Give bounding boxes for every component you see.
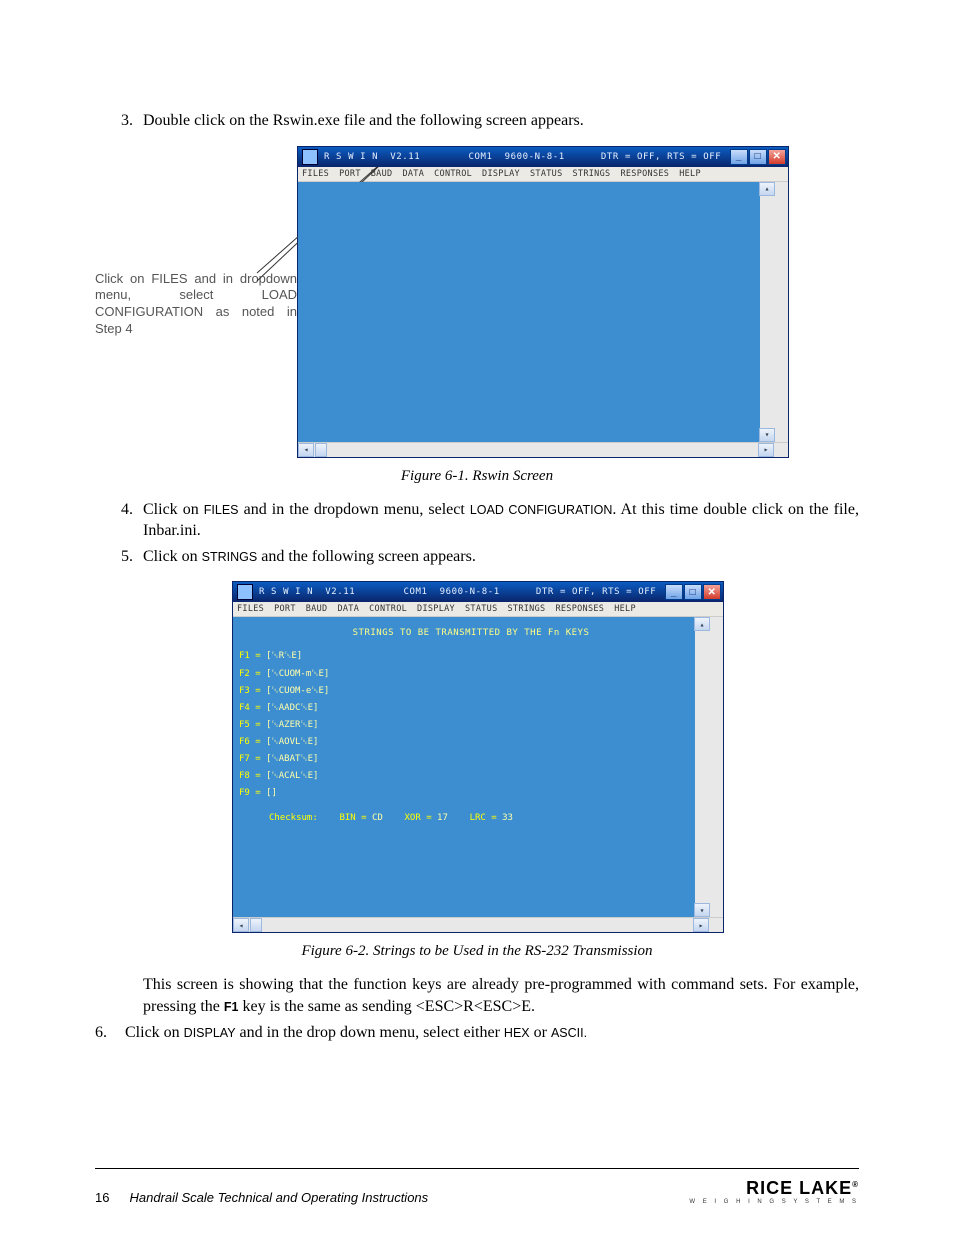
vertical-scrollbar[interactable]: ▴ ▾ bbox=[695, 617, 709, 917]
menu-strings[interactable]: STRINGS bbox=[508, 604, 546, 614]
string-row: F3 = [␛CUOM-e␛E] bbox=[239, 683, 703, 700]
t: Click on bbox=[143, 501, 204, 518]
menu-status[interactable]: STATUS bbox=[530, 169, 563, 179]
step-num: 5. bbox=[95, 546, 143, 568]
string-row: F2 = [␛CUOM-m␛E] bbox=[239, 666, 703, 683]
app-icon bbox=[237, 584, 253, 600]
maximize-icon[interactable]: □ bbox=[749, 149, 767, 165]
menu-help[interactable]: HELP bbox=[614, 604, 636, 614]
menu-display[interactable]: DISPLAY bbox=[417, 604, 455, 614]
menu-ref: STRINGS bbox=[202, 550, 258, 564]
menu-ref: ASCII. bbox=[551, 1026, 587, 1040]
key-ref: F1 bbox=[224, 1000, 239, 1014]
step-text: Double click on the Rswin.exe file and t… bbox=[143, 110, 859, 132]
scroll-thumb[interactable] bbox=[315, 443, 327, 457]
string-row: F5 = [␛AZER␛E] bbox=[239, 717, 703, 734]
string-row: F4 = [␛AADC␛E] bbox=[239, 700, 703, 717]
menu-bar: FILES PORT BAUD DATA CONTROL DISPLAY STA… bbox=[298, 167, 788, 182]
title-bar[interactable]: R S W I N V2.11 COM1 9600-N-8-1 DTR = OF… bbox=[298, 147, 788, 167]
step-6: 6. Click on DISPLAY and in the drop down… bbox=[95, 1022, 859, 1044]
scroll-right-icon[interactable]: ▸ bbox=[758, 443, 774, 457]
title-a: R S W I N V2.11 bbox=[324, 152, 420, 162]
rswin-window-1: R S W I N V2.11 COM1 9600-N-8-1 DTR = OF… bbox=[297, 146, 789, 458]
menu-ref: FILES bbox=[204, 503, 239, 517]
menu-data[interactable]: DATA bbox=[402, 169, 424, 179]
scroll-right-icon[interactable]: ▸ bbox=[693, 918, 709, 932]
menu-status[interactable]: STATUS bbox=[465, 604, 498, 614]
close-icon[interactable]: ✕ bbox=[768, 149, 786, 165]
string-row: F1 = [␛R␛E] bbox=[239, 648, 703, 665]
rswin-window-2: R S W I N V2.11 COM1 9600-N-8-1 DTR = OF… bbox=[232, 581, 724, 933]
horizontal-scrollbar[interactable]: ◂ ▸ bbox=[233, 917, 723, 932]
menu-strings[interactable]: STRINGS bbox=[573, 169, 611, 179]
step-5: 5. Click on STRINGS and the following sc… bbox=[95, 546, 859, 568]
minimize-icon[interactable]: _ bbox=[665, 584, 683, 600]
t: or bbox=[530, 1024, 551, 1041]
horizontal-scrollbar[interactable]: ◂ ▸ bbox=[298, 442, 788, 457]
client-area: ▴ ▾ bbox=[298, 182, 788, 442]
menu-bar: FILES PORT BAUD DATA CONTROL DISPLAY STA… bbox=[233, 602, 723, 617]
menu-data[interactable]: DATA bbox=[337, 604, 359, 614]
step-num: 3. bbox=[95, 110, 143, 132]
book-title: Handrail Scale Technical and Operating I… bbox=[129, 1190, 428, 1205]
menu-port[interactable]: PORT bbox=[274, 604, 296, 614]
figure-2-caption: Figure 6-2. Strings to be Used in the RS… bbox=[95, 943, 859, 960]
title-a: R S W I N V2.11 bbox=[259, 587, 355, 597]
title-b: COM1 9600-N-8-1 bbox=[403, 587, 499, 597]
close-icon[interactable]: ✕ bbox=[703, 584, 721, 600]
scroll-left-icon[interactable]: ◂ bbox=[298, 443, 314, 457]
scroll-left-icon[interactable]: ◂ bbox=[233, 918, 249, 932]
vertical-scrollbar[interactable]: ▴ ▾ bbox=[760, 182, 774, 442]
step-num: 4. bbox=[95, 499, 143, 542]
menu-files[interactable]: FILES bbox=[302, 169, 329, 179]
menu-ref: LOAD CONFIGURATION bbox=[470, 503, 613, 517]
menu-responses[interactable]: RESPONSES bbox=[620, 169, 669, 179]
step-num: 6. bbox=[95, 1022, 125, 1044]
t: Click on bbox=[125, 1024, 184, 1041]
step-4: 4. Click on FILES and in the dropdown me… bbox=[95, 499, 859, 542]
figure-1-caption: Figure 6-1. Rswin Screen bbox=[95, 468, 859, 485]
title-c: DTR = OFF, RTS = OFF bbox=[536, 587, 656, 597]
client-area: STRINGS TO BE TRANSMITTED BY THE Fn KEYS… bbox=[233, 617, 723, 917]
footer-rule bbox=[95, 1168, 859, 1169]
brand-logo: RICE LAKE® W E I G H I N G S Y S T E M S bbox=[689, 1178, 859, 1205]
title-c: DTR = OFF, RTS = OFF bbox=[601, 152, 721, 162]
title-b: COM1 9600-N-8-1 bbox=[468, 152, 564, 162]
t: and the following screen appears. bbox=[257, 548, 476, 565]
scroll-up-icon[interactable]: ▴ bbox=[759, 182, 775, 196]
strings-header: STRINGS TO BE TRANSMITTED BY THE Fn KEYS bbox=[239, 625, 703, 642]
title-bar[interactable]: R S W I N V2.11 COM1 9600-N-8-1 DTR = OF… bbox=[233, 582, 723, 602]
menu-display[interactable]: DISPLAY bbox=[482, 169, 520, 179]
string-row: F6 = [␛AOVL␛E] bbox=[239, 734, 703, 751]
checksum-row: Checksum: BIN = CD XOR = 17 LRC = 33 bbox=[269, 810, 703, 827]
menu-port[interactable]: PORT bbox=[339, 169, 361, 179]
app-icon bbox=[302, 149, 318, 165]
string-row: F9 = [] bbox=[239, 785, 703, 802]
scroll-thumb[interactable] bbox=[250, 918, 262, 932]
menu-responses[interactable]: RESPONSES bbox=[555, 604, 604, 614]
menu-control[interactable]: CONTROL bbox=[369, 604, 407, 614]
t: and in the dropdown menu, select bbox=[239, 501, 470, 518]
maximize-icon[interactable]: □ bbox=[684, 584, 702, 600]
string-row: F8 = [␛ACAL␛E] bbox=[239, 768, 703, 785]
menu-files[interactable]: FILES bbox=[237, 604, 264, 614]
minimize-icon[interactable]: _ bbox=[730, 149, 748, 165]
annotation-text: Click on FILES and in dropdown menu, sel… bbox=[95, 146, 297, 339]
page-number: 16 bbox=[95, 1190, 109, 1205]
menu-baud[interactable]: BAUD bbox=[306, 604, 328, 614]
string-row: F7 = [␛ABAT␛E] bbox=[239, 751, 703, 768]
scroll-up-icon[interactable]: ▴ bbox=[694, 617, 710, 631]
t: and in the drop down menu, select either bbox=[236, 1024, 504, 1041]
scroll-down-icon[interactable]: ▾ bbox=[694, 903, 710, 917]
t: Click on bbox=[143, 548, 202, 565]
menu-baud[interactable]: BAUD bbox=[371, 169, 393, 179]
para-text: key is the same as sending <ESC>R<ESC>E. bbox=[238, 998, 535, 1015]
menu-help[interactable]: HELP bbox=[679, 169, 701, 179]
menu-ref: DISPLAY bbox=[184, 1026, 236, 1040]
scroll-down-icon[interactable]: ▾ bbox=[759, 428, 775, 442]
menu-ref: HEX bbox=[504, 1026, 530, 1040]
step-3: 3. Double click on the Rswin.exe file an… bbox=[95, 110, 859, 132]
menu-control[interactable]: CONTROL bbox=[434, 169, 472, 179]
